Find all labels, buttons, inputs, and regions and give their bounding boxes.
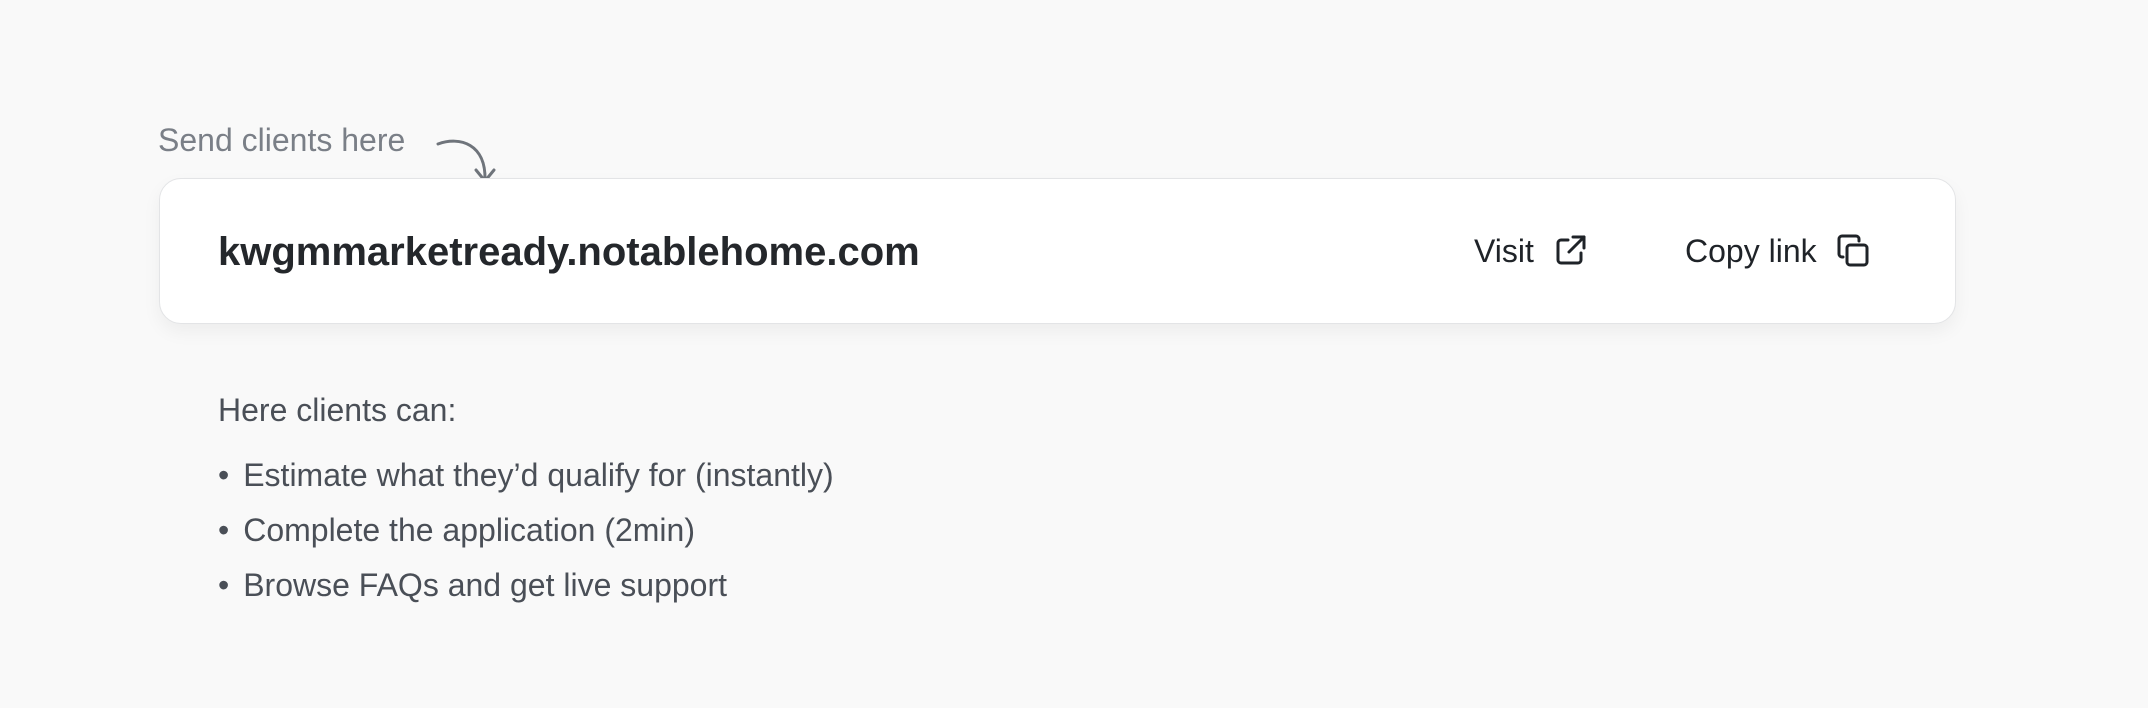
send-clients-label: Send clients here bbox=[158, 122, 406, 158]
client-features-section: Here clients can: • Estimate what they’d… bbox=[218, 390, 1218, 613]
client-portal-url: kwgmmarketready.notablehome.com bbox=[218, 230, 920, 274]
visit-label: Visit bbox=[1474, 233, 1534, 269]
copy-icon bbox=[1835, 233, 1871, 269]
bullet: • bbox=[218, 512, 230, 548]
feature-text: Complete the application (2min) bbox=[243, 512, 695, 548]
feature-item: • Estimate what they’d qualify for (inst… bbox=[218, 448, 1218, 503]
visit-link-button[interactable]: Visit bbox=[1474, 228, 1588, 274]
external-link-icon bbox=[1552, 233, 1588, 269]
copy-link-label: Copy link bbox=[1685, 233, 1817, 269]
feature-text: Browse FAQs and get live support bbox=[243, 567, 727, 603]
feature-text: Estimate what they’d qualify for (instan… bbox=[243, 457, 834, 493]
client-link-card: kwgmmarketready.notablehome.com Visit Co… bbox=[159, 178, 1956, 324]
feature-list: • Estimate what they’d qualify for (inst… bbox=[218, 448, 1218, 613]
bullet: • bbox=[218, 457, 230, 493]
feature-item: • Browse FAQs and get live support bbox=[218, 558, 1218, 613]
bullet: • bbox=[218, 567, 230, 603]
feature-item: • Complete the application (2min) bbox=[218, 503, 1218, 558]
features-heading: Here clients can: bbox=[218, 392, 457, 428]
copy-link-button[interactable]: Copy link bbox=[1685, 228, 1871, 274]
